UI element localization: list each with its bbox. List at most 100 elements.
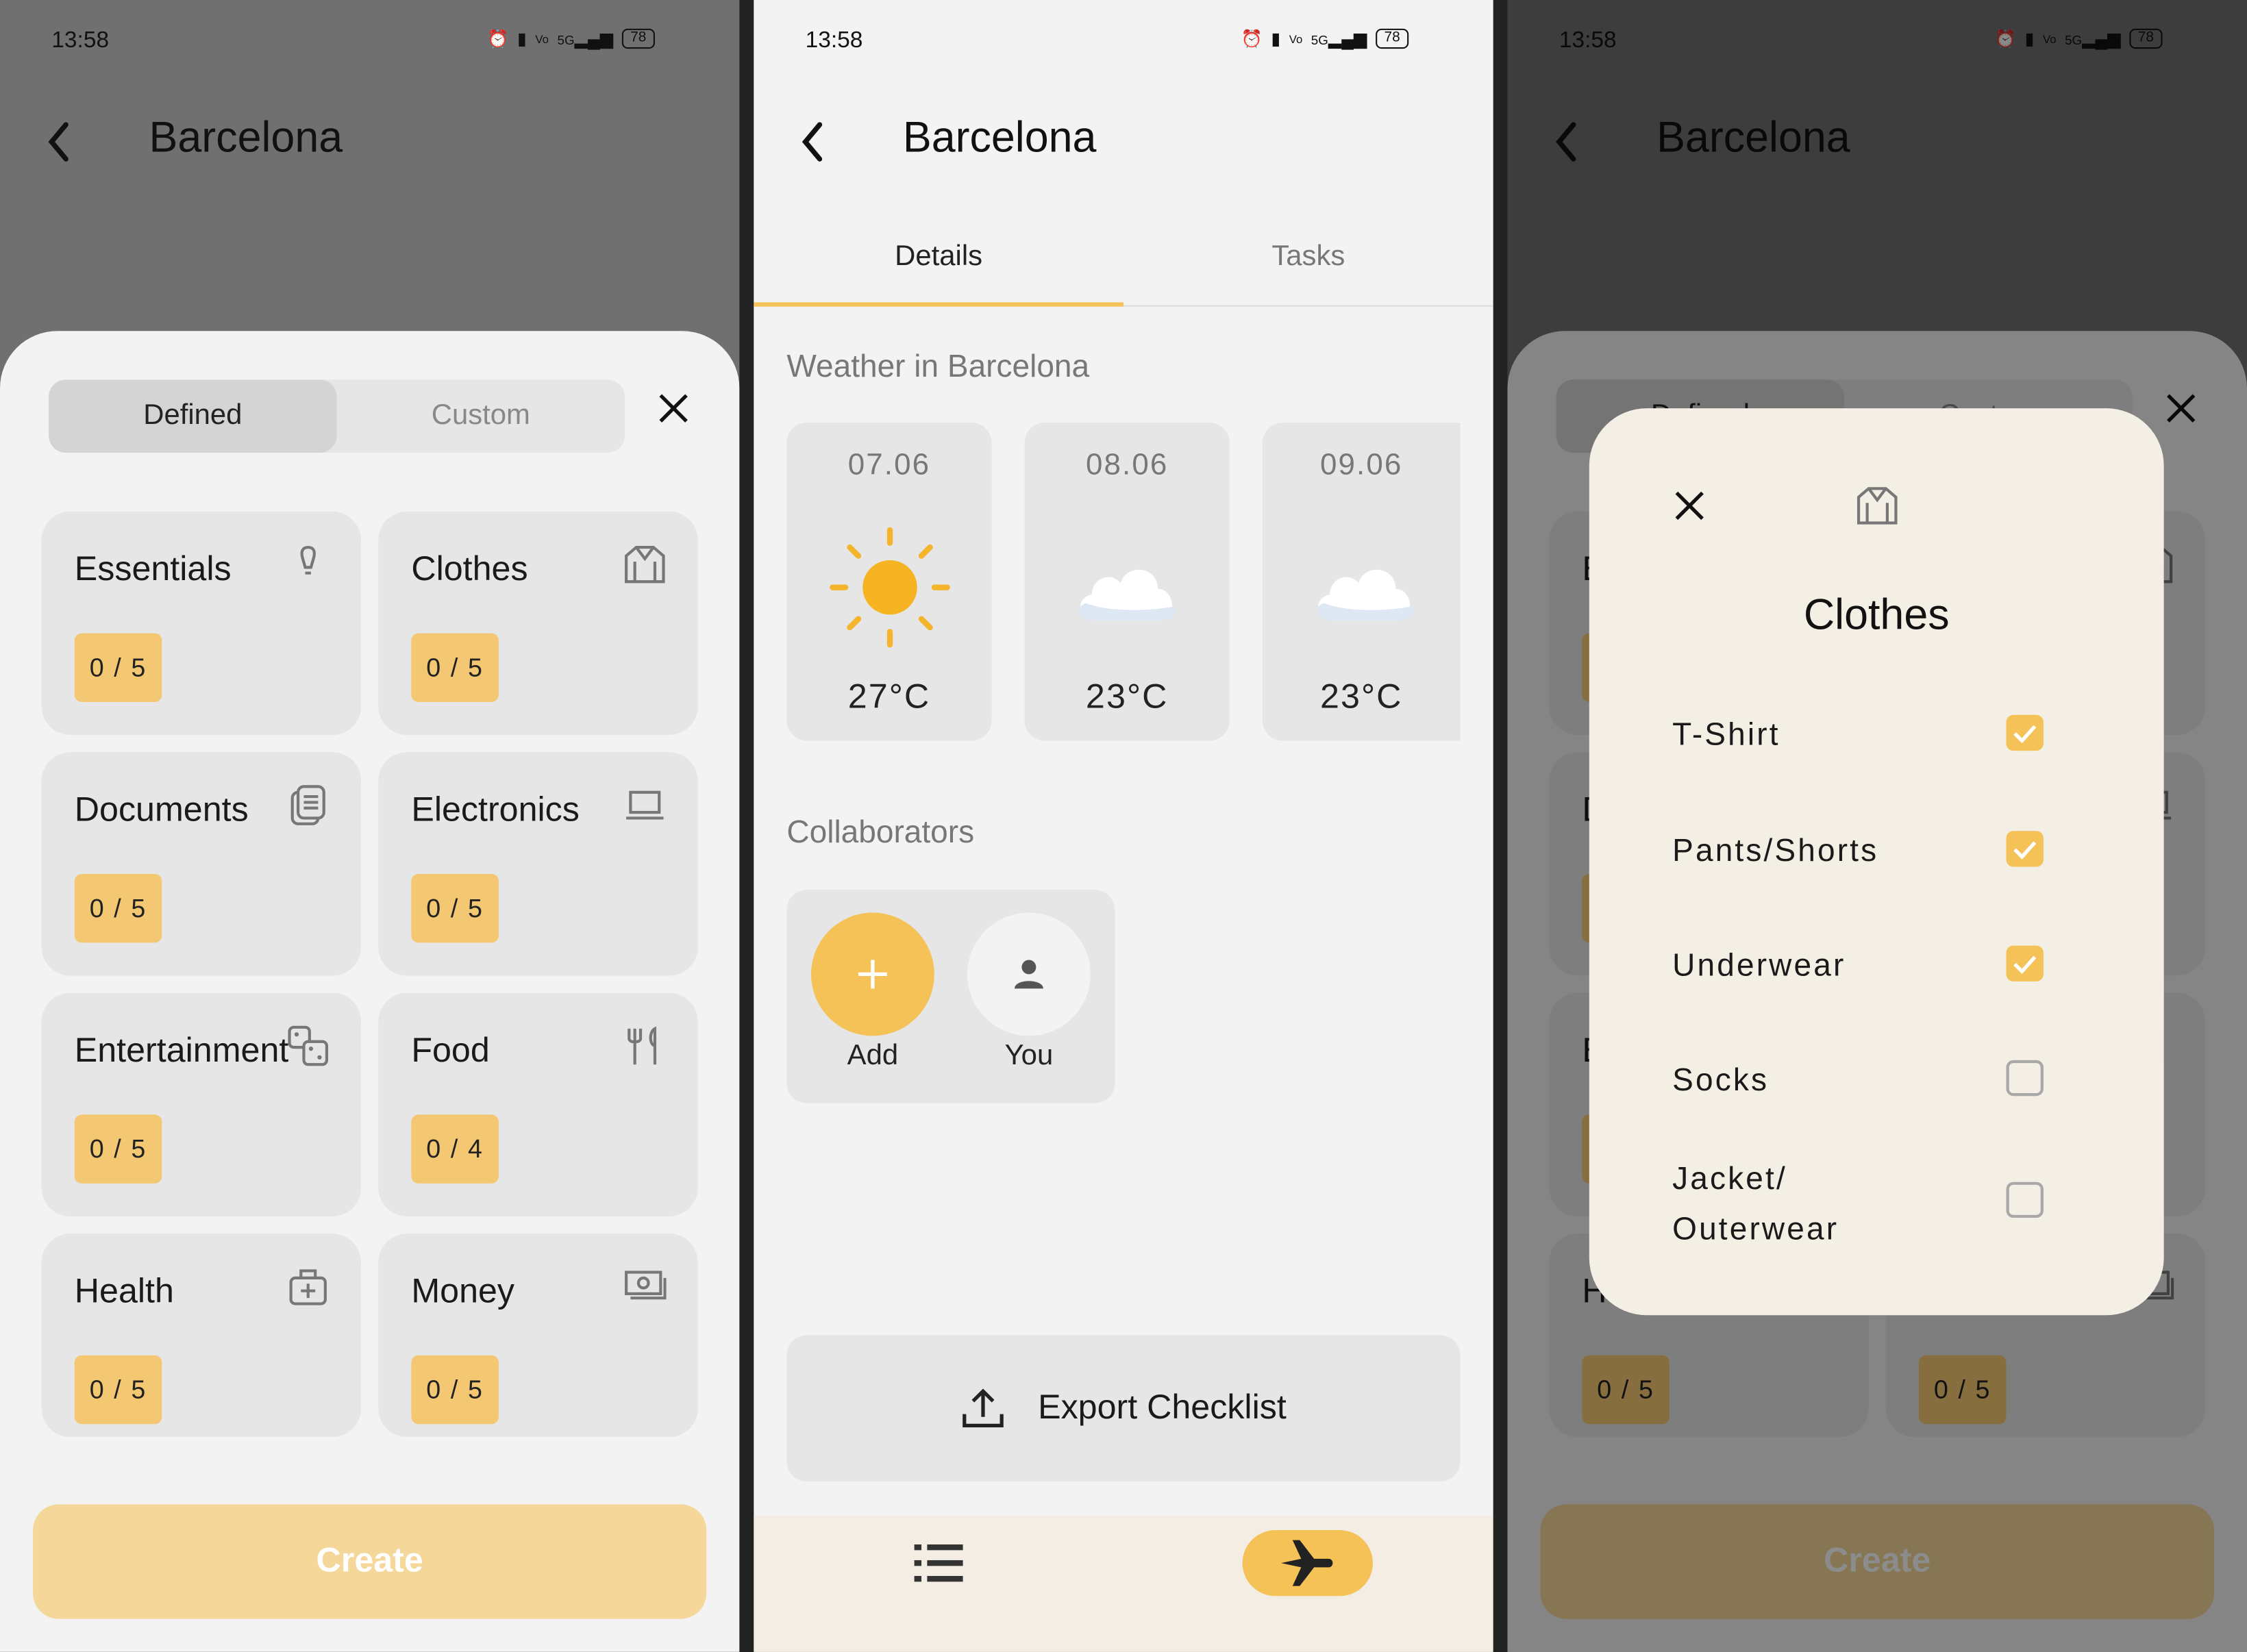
checklist-checkbox[interactable] — [2006, 831, 2044, 867]
laptop-icon — [626, 790, 664, 820]
checklist-checkbox[interactable] — [2006, 714, 2044, 751]
category-card[interactable]: Electronics 0 / 5 — [378, 752, 698, 976]
weather-card: 08.06 23°C — [1024, 423, 1230, 741]
volte-icon: Vo — [535, 32, 549, 45]
checklist-checkbox[interactable] — [2006, 1060, 2044, 1097]
tab-custom[interactable]: Custom — [337, 379, 625, 453]
category-card[interactable]: Documents 0 / 5 — [41, 752, 362, 976]
check-icon — [2013, 955, 2037, 975]
forecast-temp: 23°C — [1319, 677, 1403, 716]
avatar[interactable] — [967, 912, 1091, 1036]
upload-icon — [963, 1388, 1004, 1427]
alarm-icon: ⏰ — [487, 28, 509, 49]
add-label: Add — [847, 1040, 899, 1072]
progress-badge: 0 / 5 — [74, 873, 162, 943]
export-label: Export Checklist — [1038, 1388, 1287, 1427]
page-title: Barcelona — [149, 114, 343, 162]
back-arrow-icon[interactable] — [797, 118, 831, 166]
checklist-item-label: Socks — [1672, 1062, 1770, 1098]
category-name: Food — [411, 1031, 490, 1071]
weather-card: 07.06 27°C — [786, 423, 992, 741]
cloud-icon — [1317, 569, 1414, 621]
progress-badge: 0 / 4 — [411, 1114, 499, 1184]
category-name: Essentials — [74, 550, 232, 589]
category-name: Entertainment — [74, 1031, 289, 1071]
battery-icon: 78 — [1375, 28, 1409, 49]
shirt-icon — [1857, 487, 1898, 525]
list-icon[interactable] — [914, 1542, 963, 1585]
progress-badge: 0 / 5 — [411, 1355, 499, 1425]
forecast-date: 09.06 — [1320, 448, 1403, 481]
category-name: Documents — [74, 790, 249, 830]
banknote-icon — [625, 1271, 667, 1300]
create-button[interactable]: Create — [33, 1504, 707, 1619]
collaborators-heading: Collaborators — [786, 814, 975, 850]
category-name: Health — [74, 1272, 174, 1311]
signal-icon: 5G▂▄▆ — [557, 28, 614, 49]
trip-details-screen: 13:58 ⏰ ▮ Vo 5G▂▄▆ 78 Barcelona Details … — [754, 0, 1493, 1652]
person-icon — [1014, 960, 1043, 989]
add-collaborator-button[interactable] — [810, 912, 934, 1036]
status-time: 13:58 — [51, 28, 110, 53]
category-name: Money — [411, 1272, 515, 1311]
forecast-date: 08.06 — [1085, 448, 1169, 481]
category-card[interactable]: Health 0 / 5 — [41, 1234, 362, 1438]
page-title: Barcelona — [902, 114, 1097, 162]
collaborators-panel: Add You — [786, 890, 1115, 1103]
shirt-icon — [625, 545, 665, 584]
checklist-checkbox[interactable] — [2006, 1181, 2044, 1218]
first-aid-icon — [289, 1269, 327, 1305]
status-time: 13:58 — [805, 28, 863, 53]
progress-badge: 0 / 5 — [411, 873, 499, 943]
airplane-icon — [1281, 1540, 1333, 1586]
network-type: 5G — [557, 33, 575, 48]
category-type-toggle: Defined Custom — [49, 379, 625, 453]
checklist-checkbox[interactable] — [2006, 945, 2044, 981]
category-sheet: Defined Custom Essentials 0 / 5Clothes 0… — [0, 331, 740, 1652]
checklist-item-label: Underwear — [1672, 947, 1846, 983]
checklist-item-label: Jacket/ Outerwear — [1672, 1160, 1839, 1247]
category-card[interactable]: Entertainment 0 / 5 — [41, 992, 362, 1216]
tab-defined[interactable]: Defined — [49, 379, 337, 453]
document-icon — [290, 785, 325, 825]
tab-indicator — [754, 302, 1124, 307]
sun-icon — [830, 527, 950, 648]
progress-badge: 0 / 5 — [74, 1355, 162, 1425]
category-name: Clothes — [411, 550, 528, 589]
lightbulb-icon — [300, 545, 316, 575]
signal-icon: 5G▂▄▆ — [1311, 28, 1367, 49]
forecast-date: 07.06 — [847, 448, 931, 481]
category-card[interactable]: Food 0 / 4 — [378, 992, 698, 1216]
weather-heading: Weather in Barcelona — [786, 348, 1090, 384]
dice-icon — [288, 1025, 329, 1066]
checklist-item-label: T-Shirt — [1672, 716, 1780, 753]
close-icon[interactable] — [656, 391, 691, 425]
utensils-icon — [628, 1026, 657, 1065]
trips-nav-button[interactable] — [1242, 1530, 1373, 1597]
dialog-title: Clothes — [1803, 591, 1950, 639]
vibrate-icon: ▮ — [1271, 28, 1281, 49]
progress-badge: 0 / 5 — [74, 1114, 162, 1184]
progress-badge: 0 / 5 — [411, 633, 499, 702]
cloud-icon — [1079, 569, 1176, 621]
tab-details[interactable]: Details — [754, 240, 1124, 273]
checklist-item-label: Pants/Shorts — [1672, 832, 1879, 868]
status-icons: ⏰ ▮ Vo 5G▂▄▆ 78 — [1241, 28, 1409, 49]
category-dialog: Clothes T-Shirt Pants/Shorts Underwear Sock… — [1589, 408, 2164, 1316]
vibrate-icon: ▮ — [517, 28, 527, 49]
category-card[interactable]: Clothes 0 / 5 — [378, 511, 698, 736]
check-icon — [2013, 725, 2037, 744]
clothes-dialog-screen: 13:58 ⏰ ▮ Vo 5G▂▄▆ 78 Barcelona Defined … — [1507, 0, 2247, 1652]
tab-tasks[interactable]: Tasks — [1124, 240, 1493, 273]
back-arrow-icon[interactable] — [43, 118, 77, 166]
status-icons: ⏰ ▮ Vo 5G▂▄▆ 78 — [487, 28, 655, 49]
export-checklist-button[interactable]: Export Checklist — [786, 1335, 1461, 1481]
forecast-temp: 27°C — [847, 677, 931, 716]
category-card[interactable]: Essentials 0 / 5 — [41, 511, 362, 736]
forecast-temp: 23°C — [1085, 677, 1169, 716]
volte-icon: Vo — [1289, 32, 1303, 45]
alarm-icon: ⏰ — [1241, 28, 1263, 49]
close-dialog-icon[interactable] — [1672, 488, 1706, 523]
category-card[interactable]: Money 0 / 5 — [378, 1234, 698, 1438]
network-type: 5G — [1311, 33, 1328, 48]
